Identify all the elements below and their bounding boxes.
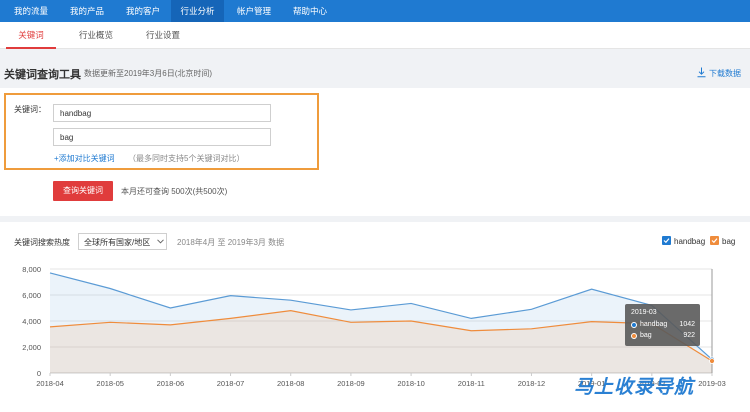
series-dot-icon xyxy=(631,322,637,328)
tooltip-title: 2019-03 xyxy=(631,309,657,316)
series-dot-icon xyxy=(631,333,637,339)
tooltip-series-value: 922 xyxy=(683,332,695,339)
tooltip-row-handbag: handbag 1042 xyxy=(631,321,697,330)
x-tick-label: 2018-09 xyxy=(337,379,365,388)
chart-tooltip: 2019-03 handbag 1042 bag 922 xyxy=(625,304,700,346)
x-tick-label: 2018-04 xyxy=(36,379,64,388)
x-tick-label: 2018-12 xyxy=(518,379,546,388)
x-tick-label: 2018-10 xyxy=(397,379,425,388)
x-tick-label: 2018-06 xyxy=(157,379,185,388)
tooltip-series-name: bag xyxy=(640,332,652,339)
x-tick-label: 2018-05 xyxy=(96,379,124,388)
series-point-bag xyxy=(709,358,715,364)
tooltip-series-name: handbag xyxy=(640,321,668,328)
x-tick-label: 2019-03 xyxy=(698,379,726,388)
tooltip-row-bag: bag 922 xyxy=(631,332,697,341)
y-tick-label: 2,000 xyxy=(22,343,41,352)
watermark: 马上收录导航 xyxy=(574,377,695,398)
tooltip-series-value: 1042 xyxy=(679,321,695,328)
x-tick-label: 2018-11 xyxy=(458,379,485,388)
x-tick-label: 2018-07 xyxy=(217,379,245,388)
y-tick-label: 8,000 xyxy=(22,265,41,274)
x-tick-label: 2018-08 xyxy=(277,379,305,388)
search-heat-chart: 0 2,000 4,000 6,000 8,000 2018-04 2018-05 2018-… xyxy=(22,265,726,388)
y-tick-label: 6,000 xyxy=(22,291,41,300)
y-tick-label: 0 xyxy=(37,369,41,378)
y-tick-label: 4,000 xyxy=(22,317,41,326)
